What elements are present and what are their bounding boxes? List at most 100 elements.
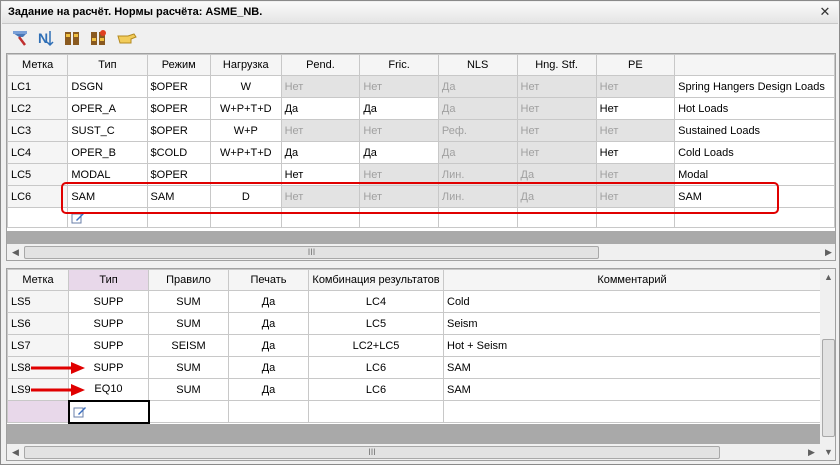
cell[interactable]: Да bbox=[228, 356, 309, 379]
cell[interactable]: Нет bbox=[595, 119, 676, 142]
new-row[interactable] bbox=[7, 399, 821, 424]
col-header-mode[interactable]: Режим bbox=[146, 54, 211, 76]
cell[interactable]: Spring Hangers Design Loads bbox=[674, 75, 835, 98]
cell[interactable]: Modal bbox=[674, 163, 835, 186]
vertical-scroll-thumb[interactable] bbox=[822, 339, 835, 437]
cell[interactable]: LC6 bbox=[308, 356, 444, 379]
cell[interactable]: Cold bbox=[443, 290, 821, 313]
load-combination-row[interactable]: LS6 SUPP SUM Да LC5 Seism bbox=[7, 312, 821, 335]
col-header-fric[interactable]: Fric. bbox=[359, 54, 439, 76]
new-row-edit-cell[interactable] bbox=[67, 207, 148, 228]
cell[interactable]: Нет bbox=[359, 163, 439, 186]
new-row-edit-cell[interactable] bbox=[67, 399, 150, 424]
scroll-left-icon[interactable]: ◀ bbox=[7, 244, 24, 260]
cell[interactable]: Лин. bbox=[437, 163, 518, 186]
cell[interactable]: OPER_A bbox=[67, 97, 148, 120]
cell[interactable]: SUPP bbox=[68, 290, 149, 313]
cell[interactable]: $OPER bbox=[146, 97, 211, 120]
cell[interactable]: Да bbox=[228, 290, 309, 313]
load-case-row[interactable]: LC6 SAM SAM D Нет Нет Лин. Да Нет SAM bbox=[7, 185, 835, 208]
new-row[interactable] bbox=[7, 207, 835, 228]
cell[interactable]: Нет bbox=[516, 141, 597, 164]
cell[interactable]: LC4 bbox=[7, 141, 69, 164]
empty-cell[interactable] bbox=[148, 400, 229, 423]
cell[interactable]: SAM bbox=[443, 378, 821, 401]
scroll-left-icon[interactable]: ◀ bbox=[7, 444, 24, 460]
cell[interactable]: SEISM bbox=[148, 334, 229, 357]
cell[interactable]: LC5 bbox=[7, 163, 69, 186]
close-button[interactable]: ✕ bbox=[817, 4, 833, 20]
empty-cell[interactable] bbox=[209, 207, 282, 228]
empty-cell[interactable] bbox=[516, 207, 597, 228]
scroll-right-icon[interactable]: ▶ bbox=[803, 444, 820, 460]
cell[interactable]: Да bbox=[359, 97, 439, 120]
empty-cell[interactable] bbox=[7, 400, 69, 423]
empty-cell[interactable] bbox=[228, 400, 309, 423]
col-header-label[interactable]: Метка bbox=[7, 54, 69, 76]
pipe-select-icon[interactable] bbox=[10, 28, 30, 48]
load-case-row[interactable]: LC3 SUST_C $OPER W+P Нет Нет Реф. Нет Нет Sustain… bbox=[7, 119, 835, 142]
cell[interactable]: D bbox=[209, 185, 282, 208]
filter-icon[interactable] bbox=[62, 28, 82, 48]
cell[interactable]: Нет bbox=[595, 185, 676, 208]
cell[interactable]: DSGN bbox=[67, 75, 148, 98]
cell[interactable]: Да bbox=[280, 141, 361, 164]
empty-cell[interactable] bbox=[146, 207, 211, 228]
top-horizontal-scrollbar[interactable]: ◀ III ▶ bbox=[7, 244, 835, 260]
cell[interactable]: LS8 bbox=[7, 356, 69, 379]
empty-cell[interactable] bbox=[443, 400, 821, 423]
cell[interactable]: $OPER bbox=[146, 163, 211, 186]
cell[interactable]: SUPP bbox=[68, 356, 149, 379]
scroll-right-icon[interactable]: ▶ bbox=[820, 244, 835, 260]
cell[interactable]: Нет bbox=[595, 97, 676, 120]
empty-cell[interactable] bbox=[437, 207, 518, 228]
cell[interactable]: SAM bbox=[67, 185, 148, 208]
col-header-type[interactable]: Тип bbox=[67, 54, 148, 76]
cell[interactable]: Нет bbox=[516, 119, 597, 142]
cell[interactable]: LC4 bbox=[308, 290, 444, 313]
cell[interactable]: Да bbox=[437, 97, 518, 120]
cell[interactable]: SUPP bbox=[68, 312, 149, 335]
cell[interactable]: LC1 bbox=[7, 75, 69, 98]
col-header-hng-stf[interactable]: Hng. Stf. bbox=[516, 54, 597, 76]
empty-cell[interactable] bbox=[674, 207, 835, 228]
cell[interactable]: LS7 bbox=[7, 334, 69, 357]
bottom-horizontal-scrollbar[interactable]: ◀ III ▶ bbox=[7, 444, 820, 460]
cell[interactable]: Да bbox=[228, 334, 309, 357]
load-combination-row[interactable]: LS5 SUPP SUM Да LC4 Cold bbox=[7, 290, 821, 313]
cell[interactable]: LC6 bbox=[7, 185, 69, 208]
load-case-row[interactable]: LC4 OPER_B $COLD W+P+T+D Да Да Да Нет Нет Cold Lo… bbox=[7, 141, 835, 164]
cell[interactable]: Sustained Loads bbox=[674, 119, 835, 142]
point-hand-icon[interactable] bbox=[116, 28, 137, 48]
col-header-pend[interactable]: Pend. bbox=[280, 54, 361, 76]
cell[interactable]: Нет bbox=[516, 97, 597, 120]
col-header-comment[interactable]: Комментарий bbox=[443, 269, 821, 291]
cell[interactable]: LS5 bbox=[7, 290, 69, 313]
empty-cell[interactable] bbox=[359, 207, 439, 228]
cell[interactable]: Нет bbox=[595, 163, 676, 186]
cell[interactable]: Нет bbox=[280, 163, 361, 186]
cell[interactable]: LC2 bbox=[7, 97, 69, 120]
empty-cell[interactable] bbox=[7, 207, 69, 228]
cell[interactable]: Hot + Seism bbox=[443, 334, 821, 357]
empty-cell[interactable] bbox=[595, 207, 676, 228]
cell[interactable]: Да bbox=[228, 378, 309, 401]
cell[interactable]: SUM bbox=[148, 312, 229, 335]
empty-cell[interactable] bbox=[308, 400, 444, 423]
cell[interactable]: Лин. bbox=[437, 185, 518, 208]
col-header-type[interactable]: Тип bbox=[68, 269, 149, 291]
cell[interactable]: Нет bbox=[280, 119, 361, 142]
cell[interactable]: Нет bbox=[516, 75, 597, 98]
cell[interactable]: LC5 bbox=[308, 312, 444, 335]
col-header-load[interactable]: Нагрузка bbox=[209, 54, 282, 76]
cell[interactable]: Реф. bbox=[437, 119, 518, 142]
col-header-combination[interactable]: Комбинация результатов bbox=[308, 269, 444, 291]
cell[interactable]: SUM bbox=[148, 290, 229, 313]
cell[interactable]: W+P bbox=[209, 119, 282, 142]
cell[interactable]: W+P+T+D bbox=[209, 141, 282, 164]
cell[interactable]: W bbox=[209, 75, 282, 98]
cell[interactable]: LC6 bbox=[308, 378, 444, 401]
cell[interactable]: SUPP bbox=[68, 334, 149, 357]
cell[interactable]: W+P+T+D bbox=[209, 97, 282, 120]
cell[interactable]: EQ10 bbox=[68, 378, 149, 401]
